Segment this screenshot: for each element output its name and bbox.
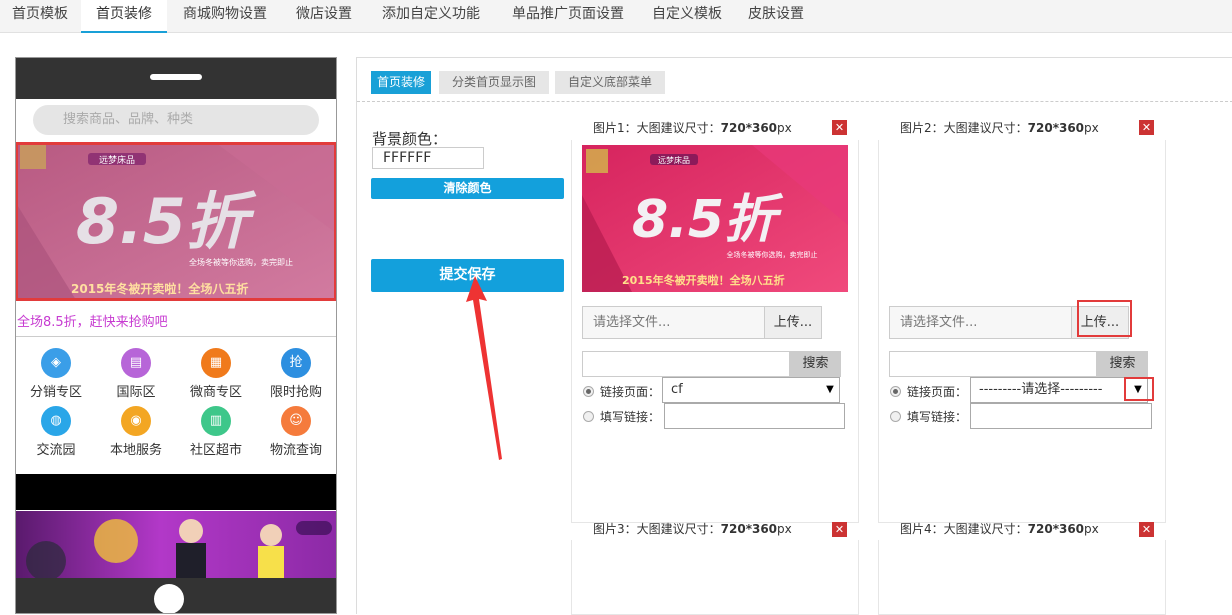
- category-label: 本地服务: [109, 443, 162, 458]
- banner-bottom-text: 2015年冬被开卖啦！全场八五折: [71, 281, 248, 296]
- card-1-link-page-select[interactable]: cf ▼: [662, 377, 840, 403]
- chevron-down-icon: ▼: [826, 384, 834, 395]
- top-nav: 首页模板 首页装修 商城购物设置 微店设置 添加自定义功能 单品推广页面设置 自…: [0, 0, 1232, 33]
- card-1-link-page-value: cf: [671, 382, 683, 397]
- card-1-radio-custom-link[interactable]: [583, 411, 594, 422]
- card-1-banner-bottom-text: 2015年冬被开卖啦！全场八五折: [622, 273, 785, 287]
- card-1-close-icon[interactable]: ✕: [832, 120, 847, 135]
- card-2-search-input[interactable]: [889, 351, 1097, 377]
- editor-panel: 首页装修 分类首页显示图 自定义底部菜单 背景颜色： FFFFFF 清除颜色 提…: [356, 57, 1232, 615]
- card-2-search-button[interactable]: 搜索: [1097, 351, 1148, 377]
- card-1-radio-link-page[interactable]: [583, 386, 594, 397]
- category-distribution[interactable]: ◈ 分销专区: [16, 348, 96, 400]
- subtab-home-decoration[interactable]: 首页装修: [371, 71, 431, 94]
- phone-home-button: [154, 584, 184, 613]
- tab-home-template[interactable]: 首页模板: [0, 0, 80, 33]
- tab-home-decoration[interactable]: 首页装修: [81, 0, 167, 33]
- card-1-image: 远梦床品 8.5折 全场冬被等你选购，卖完即止 2015年冬被开卖啦！全场八五折: [582, 145, 848, 292]
- card-1-title: 图片1：大图建议尺寸：720*360px: [593, 121, 792, 135]
- card-3-title: 图片3：大图建议尺寸：720*360px: [593, 522, 792, 536]
- subtab-custom-bottom-menu[interactable]: 自定义底部菜单: [555, 71, 665, 94]
- subtab-category-home-image[interactable]: 分类首页显示图: [439, 71, 549, 94]
- video-image: [26, 519, 332, 578]
- card-1-link-page-label: 链接页面：: [600, 385, 661, 399]
- image-card-4: [878, 540, 1166, 615]
- phone-speaker: [150, 74, 202, 80]
- card-1-search-button[interactable]: 搜索: [790, 351, 841, 377]
- tab-skin-settings[interactable]: 皮肤设置: [736, 0, 816, 33]
- banner-image: 远梦床品 8.5折 全场冬被等你选购，卖完即止 2015年冬被开卖啦！全场八五折: [16, 143, 336, 300]
- background-color-input[interactable]: FFFFFF: [372, 147, 484, 169]
- card-1-upload-button[interactable]: 上传...: [764, 306, 822, 339]
- category-label: 限时抢购: [269, 385, 322, 400]
- shopping-bag-icon: ▤: [121, 348, 151, 378]
- category-microbusiness[interactable]: ▦ 微商专区: [176, 348, 256, 400]
- card-1-custom-link-input[interactable]: [664, 403, 845, 429]
- card-4-title: 图片4：大图建议尺寸：720*360px: [900, 522, 1099, 536]
- category-logistics[interactable]: ☺ 物流查询: [256, 406, 336, 458]
- clear-color-button[interactable]: 清除颜色: [371, 178, 564, 199]
- preview-video-thumbnail[interactable]: [16, 511, 336, 578]
- divider: [357, 101, 1232, 102]
- card-1-banner-brand: 远梦床品: [658, 155, 690, 165]
- card-2-custom-link-label: 填写链接：: [907, 410, 968, 424]
- category-label: 社区超市: [189, 443, 242, 458]
- chat-icon: ◍: [41, 406, 71, 436]
- category-community-market[interactable]: ▥ 社区超市: [176, 406, 256, 458]
- card-2-title: 图片2：大图建议尺寸：720*360px: [900, 121, 1099, 135]
- card-4-close-icon[interactable]: ✕: [1139, 522, 1154, 537]
- category-label: 物流查询: [269, 443, 322, 458]
- card-2-link-page-label: 链接页面：: [907, 385, 968, 399]
- banner-brand: 远梦床品: [99, 154, 135, 166]
- store-icon: ▦: [201, 348, 231, 378]
- category-local-service[interactable]: ◉ 本地服务: [96, 406, 176, 458]
- tab-mall-shopping-settings[interactable]: 商城购物设置: [170, 0, 280, 33]
- card-1-banner-sub-text: 全场冬被等你选购，卖完即止: [727, 250, 818, 259]
- promo-text[interactable]: 全场8.5折，赶快来抢购吧: [16, 313, 336, 337]
- preview-banner[interactable]: 远梦床品 8.5折 全场冬被等你选购，卖完即止 2015年冬被开卖啦！全场八五折: [16, 143, 336, 300]
- banner-big-text: 8.5折: [76, 185, 257, 258]
- card-2-custom-link-input[interactable]: [970, 403, 1152, 429]
- card-2-radio-link-page[interactable]: [890, 386, 901, 397]
- card-1-custom-link-label: 填写链接：: [600, 410, 661, 424]
- background-color-label: 背景颜色：: [372, 130, 448, 148]
- category-label: 国际区: [116, 385, 156, 400]
- preview-search-bar[interactable]: 搜索商品、品牌、种类: [33, 105, 319, 135]
- diamond-icon: ◈: [41, 348, 71, 378]
- card-1-search-input[interactable]: [582, 351, 790, 377]
- upload-highlight-outline: [1077, 300, 1132, 337]
- category-label: 交流园: [36, 443, 76, 458]
- card-2-file-input[interactable]: 请选择文件...: [889, 306, 1072, 339]
- category-international[interactable]: ▤ 国际区: [96, 348, 176, 400]
- user-icon: ☺: [281, 406, 311, 436]
- card-1-banner-big-text: 8.5折: [632, 190, 784, 250]
- tab-microshop-settings[interactable]: 微店设置: [284, 0, 364, 33]
- category-community-chat[interactable]: ◍ 交流园: [16, 406, 96, 458]
- market-icon: ▥: [201, 406, 231, 436]
- phone-preview: 搜索商品、品牌、种类 远梦床品 8.5折 全场冬被等你选购，卖完即止 2015年…: [15, 57, 337, 614]
- category-label: 分销专区: [29, 385, 82, 400]
- flash-sale-icon: 抢: [281, 348, 311, 378]
- card-3-close-icon[interactable]: ✕: [832, 522, 847, 537]
- category-label: 微商专区: [189, 385, 242, 400]
- tab-custom-template[interactable]: 自定义模板: [642, 0, 732, 33]
- category-flash-sale[interactable]: 抢 限时抢购: [256, 348, 336, 400]
- card-2-close-icon[interactable]: ✕: [1139, 120, 1154, 135]
- tab-add-custom-function[interactable]: 添加自定义功能: [370, 0, 492, 33]
- card-1-file-input[interactable]: 请选择文件...: [582, 306, 765, 339]
- banner-sub-text: 全场冬被等你选购，卖完即止: [189, 257, 293, 267]
- preview-dark-strip: [16, 474, 336, 510]
- red-arrow-annotation: [466, 276, 502, 460]
- location-icon: ◉: [121, 406, 151, 436]
- card-2-link-page-select[interactable]: ---------请选择--------- ▼: [970, 377, 1148, 403]
- card-2-radio-custom-link[interactable]: [890, 411, 901, 422]
- image-card-3: [571, 540, 859, 615]
- tab-single-promo-page[interactable]: 单品推广页面设置: [500, 0, 636, 33]
- card-2-link-page-value: ---------请选择---------: [979, 382, 1103, 397]
- dropdown-highlight-outline: [1124, 377, 1154, 401]
